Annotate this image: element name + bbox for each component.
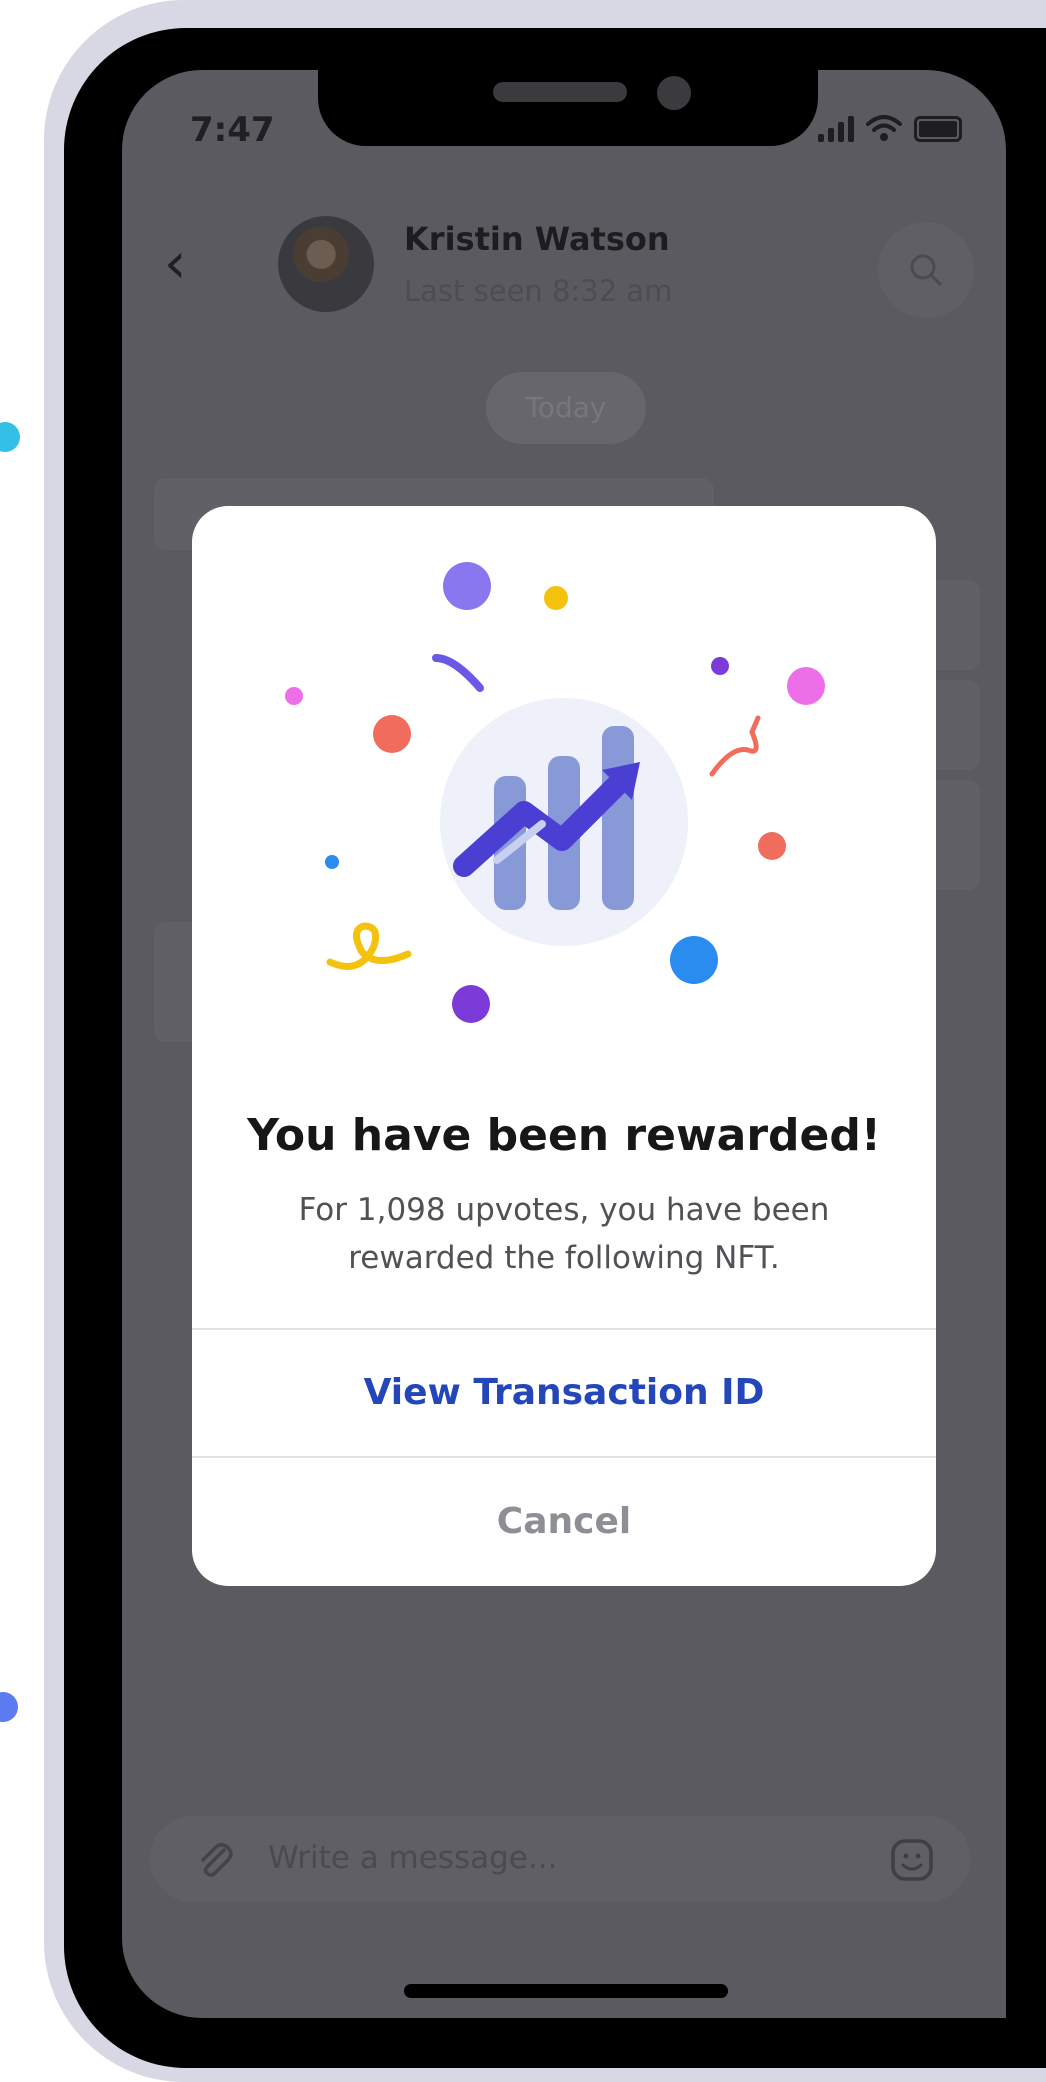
modal-title: You have been rewarded! (247, 1110, 881, 1161)
signal-icon (818, 116, 854, 142)
message-input[interactable]: Write a message... (268, 1840, 557, 1876)
notch-camera (657, 76, 691, 110)
contact-name: Kristin Watson (404, 220, 670, 258)
decorative-dot-cyan (0, 422, 20, 452)
view-transaction-button[interactable]: View Transaction ID (192, 1330, 936, 1456)
home-indicator (404, 1984, 728, 1998)
attachment-icon[interactable] (194, 1838, 236, 1880)
avatar[interactable] (278, 216, 374, 312)
status-time: 7:47 (190, 110, 275, 150)
search-button[interactable] (878, 222, 974, 318)
celebration-illustration (285, 562, 825, 1023)
search-icon (910, 254, 942, 286)
cancel-button[interactable]: Cancel (192, 1458, 936, 1586)
emoji-icon[interactable] (890, 1838, 934, 1882)
reward-modal: You have been rewarded! For 1,098 upvote… (192, 506, 936, 1586)
battery-icon (914, 116, 962, 142)
date-separator: Today (486, 372, 646, 444)
decorative-dot-blue (0, 1692, 18, 1722)
last-seen-status: Last seen 8:32 am (404, 274, 673, 308)
status-icons (818, 114, 962, 142)
modal-description: For 1,098 upvotes, you have been rewarde… (298, 1192, 830, 1276)
wifi-icon (866, 115, 902, 141)
notch-speaker (493, 82, 627, 102)
back-chevron-icon[interactable]: ‹ (164, 236, 186, 292)
